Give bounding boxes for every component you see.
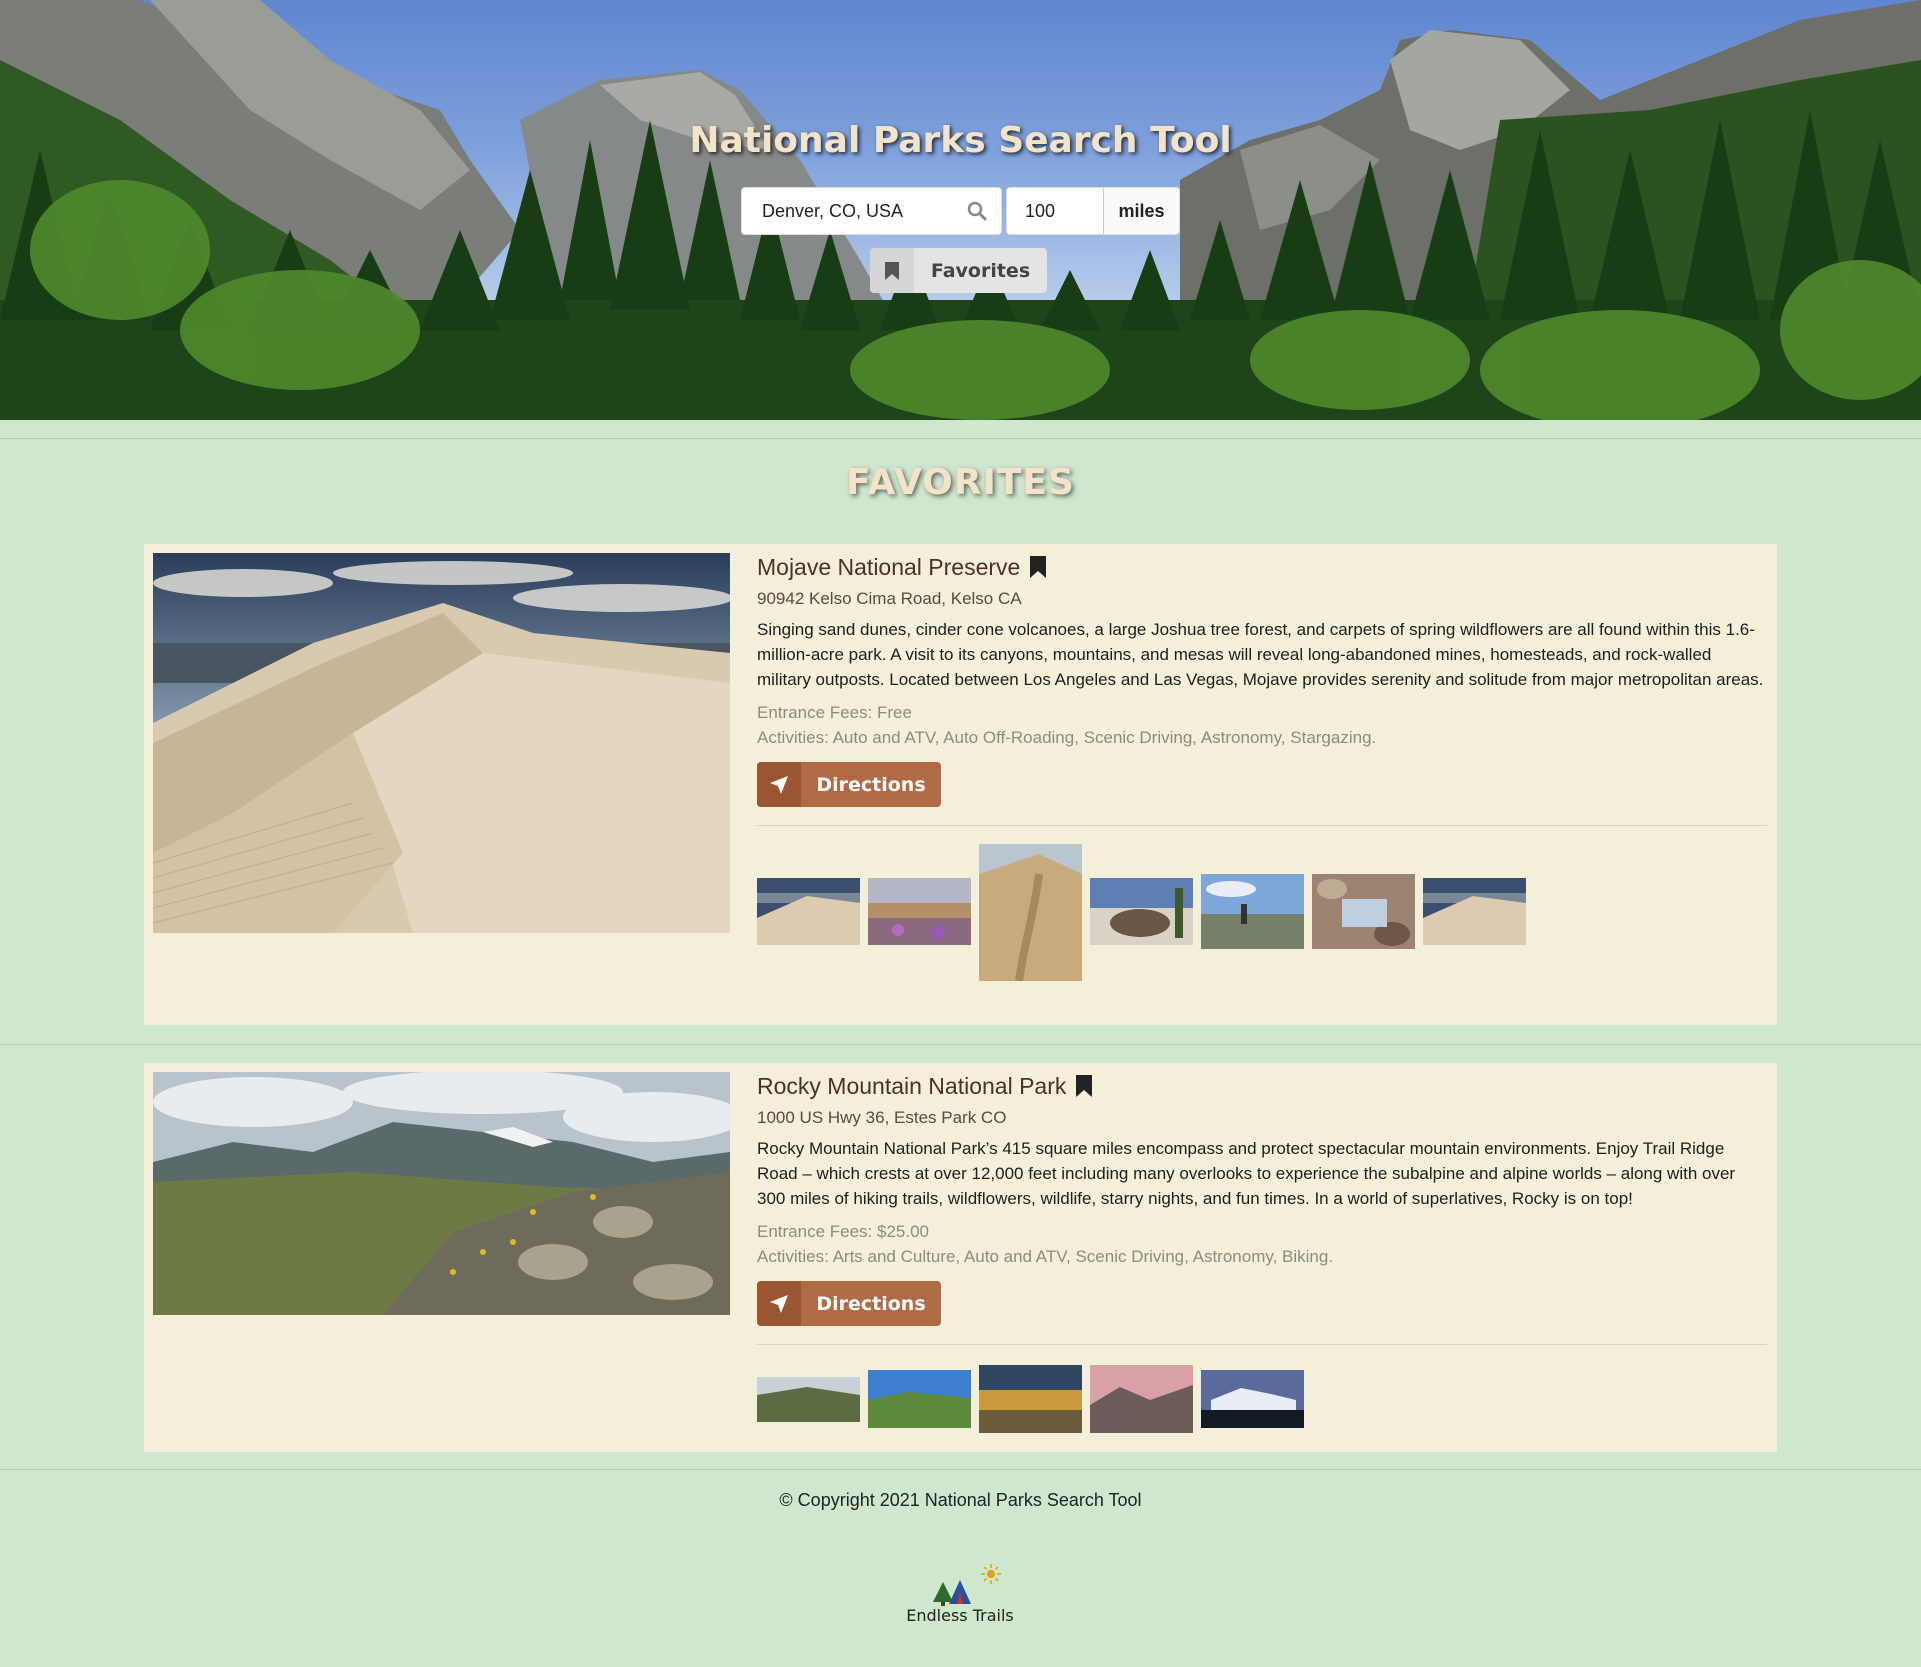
search-icon[interactable] — [967, 201, 987, 221]
park-description: Singing sand dunes, cinder cone volcanoe… — [757, 620, 1764, 689]
site-title: National Parks Search Tool — [689, 120, 1232, 161]
gallery-thumbnail[interactable] — [757, 1377, 860, 1422]
copyright-text: © Copyright 2021 National Parks Search T… — [779, 1490, 1142, 1510]
photo-gallery — [757, 1365, 1767, 1435]
park-name: Rocky Mountain National Park — [757, 1072, 1067, 1099]
park-main-image[interactable] — [153, 1072, 730, 1315]
logo-graphic — [933, 1564, 1001, 1606]
divider — [0, 1044, 1921, 1045]
park-info: Rocky Mountain National Park 1000 US Hwy… — [757, 1069, 1767, 1435]
directions-button[interactable]: Directions — [757, 1281, 941, 1326]
directions-button-label: Directions — [816, 1292, 926, 1315]
park-activities: Activities: Arts and Culture, Auto and A… — [757, 1247, 1334, 1266]
park-address: 1000 US Hwy 36, Estes Park CO — [757, 1108, 1007, 1127]
gallery-thumbnail[interactable] — [868, 1370, 971, 1428]
directions-button[interactable]: Directions — [757, 762, 941, 807]
hero-banner: National Parks Search Tool miles Favorit… — [0, 0, 1921, 420]
endless-trails-logo: Endless Trails — [905, 1562, 1015, 1625]
park-name-row: Rocky Mountain National Park — [757, 1069, 1767, 1103]
divider — [0, 1469, 1921, 1470]
gallery-thumbnail[interactable] — [1090, 878, 1193, 945]
park-fees: Entrance Fees: $25.00 — [757, 1222, 930, 1241]
gallery-thumbnail[interactable] — [757, 878, 860, 945]
gallery-thumbnail[interactable] — [979, 844, 1082, 981]
park-main-image[interactable] — [153, 553, 730, 933]
favorites-button[interactable]: Favorites — [870, 248, 1047, 293]
park-address: 90942 Kelso Cima Road, Kelso CA — [757, 589, 1022, 608]
search-form: miles — [741, 187, 1180, 235]
gallery-thumbnail[interactable] — [868, 878, 971, 945]
divider — [0, 438, 1921, 439]
park-info: Mojave National Preserve 90942 Kelso Cim… — [757, 550, 1767, 984]
location-field[interactable] — [741, 187, 1002, 235]
park-name: Mojave National Preserve — [757, 553, 1021, 580]
park-fees: Entrance Fees: Free — [757, 703, 912, 722]
distance-unit-label: miles — [1103, 188, 1179, 234]
distance-field: miles — [1006, 187, 1180, 235]
distance-input[interactable] — [1007, 200, 1103, 222]
park-activities: Activities: Auto and ATV, Auto Off-Roadi… — [757, 728, 1377, 747]
gallery-thumbnail[interactable] — [1090, 1365, 1193, 1433]
logo-text: Endless Trails — [906, 1606, 1014, 1625]
gallery-thumbnail[interactable] — [979, 1365, 1082, 1433]
directions-button-label: Directions — [816, 773, 926, 796]
gallery-thumbnail[interactable] — [1312, 874, 1415, 949]
gallery-thumbnail[interactable] — [1201, 1370, 1304, 1428]
location-input[interactable] — [762, 200, 962, 222]
park-description: Rocky Mountain National Park’s 415 squar… — [757, 1139, 1736, 1208]
location-arrow-icon — [757, 1281, 801, 1326]
photo-gallery — [757, 844, 1767, 984]
bookmark-icon[interactable] — [1030, 556, 1047, 578]
favorites-button-label: Favorites — [930, 259, 1031, 282]
park-name-row: Mojave National Preserve — [757, 550, 1767, 584]
location-arrow-icon — [757, 762, 801, 807]
divider — [757, 1344, 1767, 1345]
bookmark-icon[interactable] — [1076, 1075, 1093, 1097]
bookmark-icon — [870, 248, 914, 293]
divider — [757, 825, 1767, 826]
gallery-thumbnail[interactable] — [1423, 878, 1526, 945]
gallery-thumbnail[interactable] — [1201, 874, 1304, 949]
park-card: Mojave National Preserve 90942 Kelso Cim… — [144, 544, 1777, 1025]
park-card: Rocky Mountain National Park 1000 US Hwy… — [144, 1063, 1777, 1452]
favorites-heading: FAVORITES — [846, 462, 1075, 503]
